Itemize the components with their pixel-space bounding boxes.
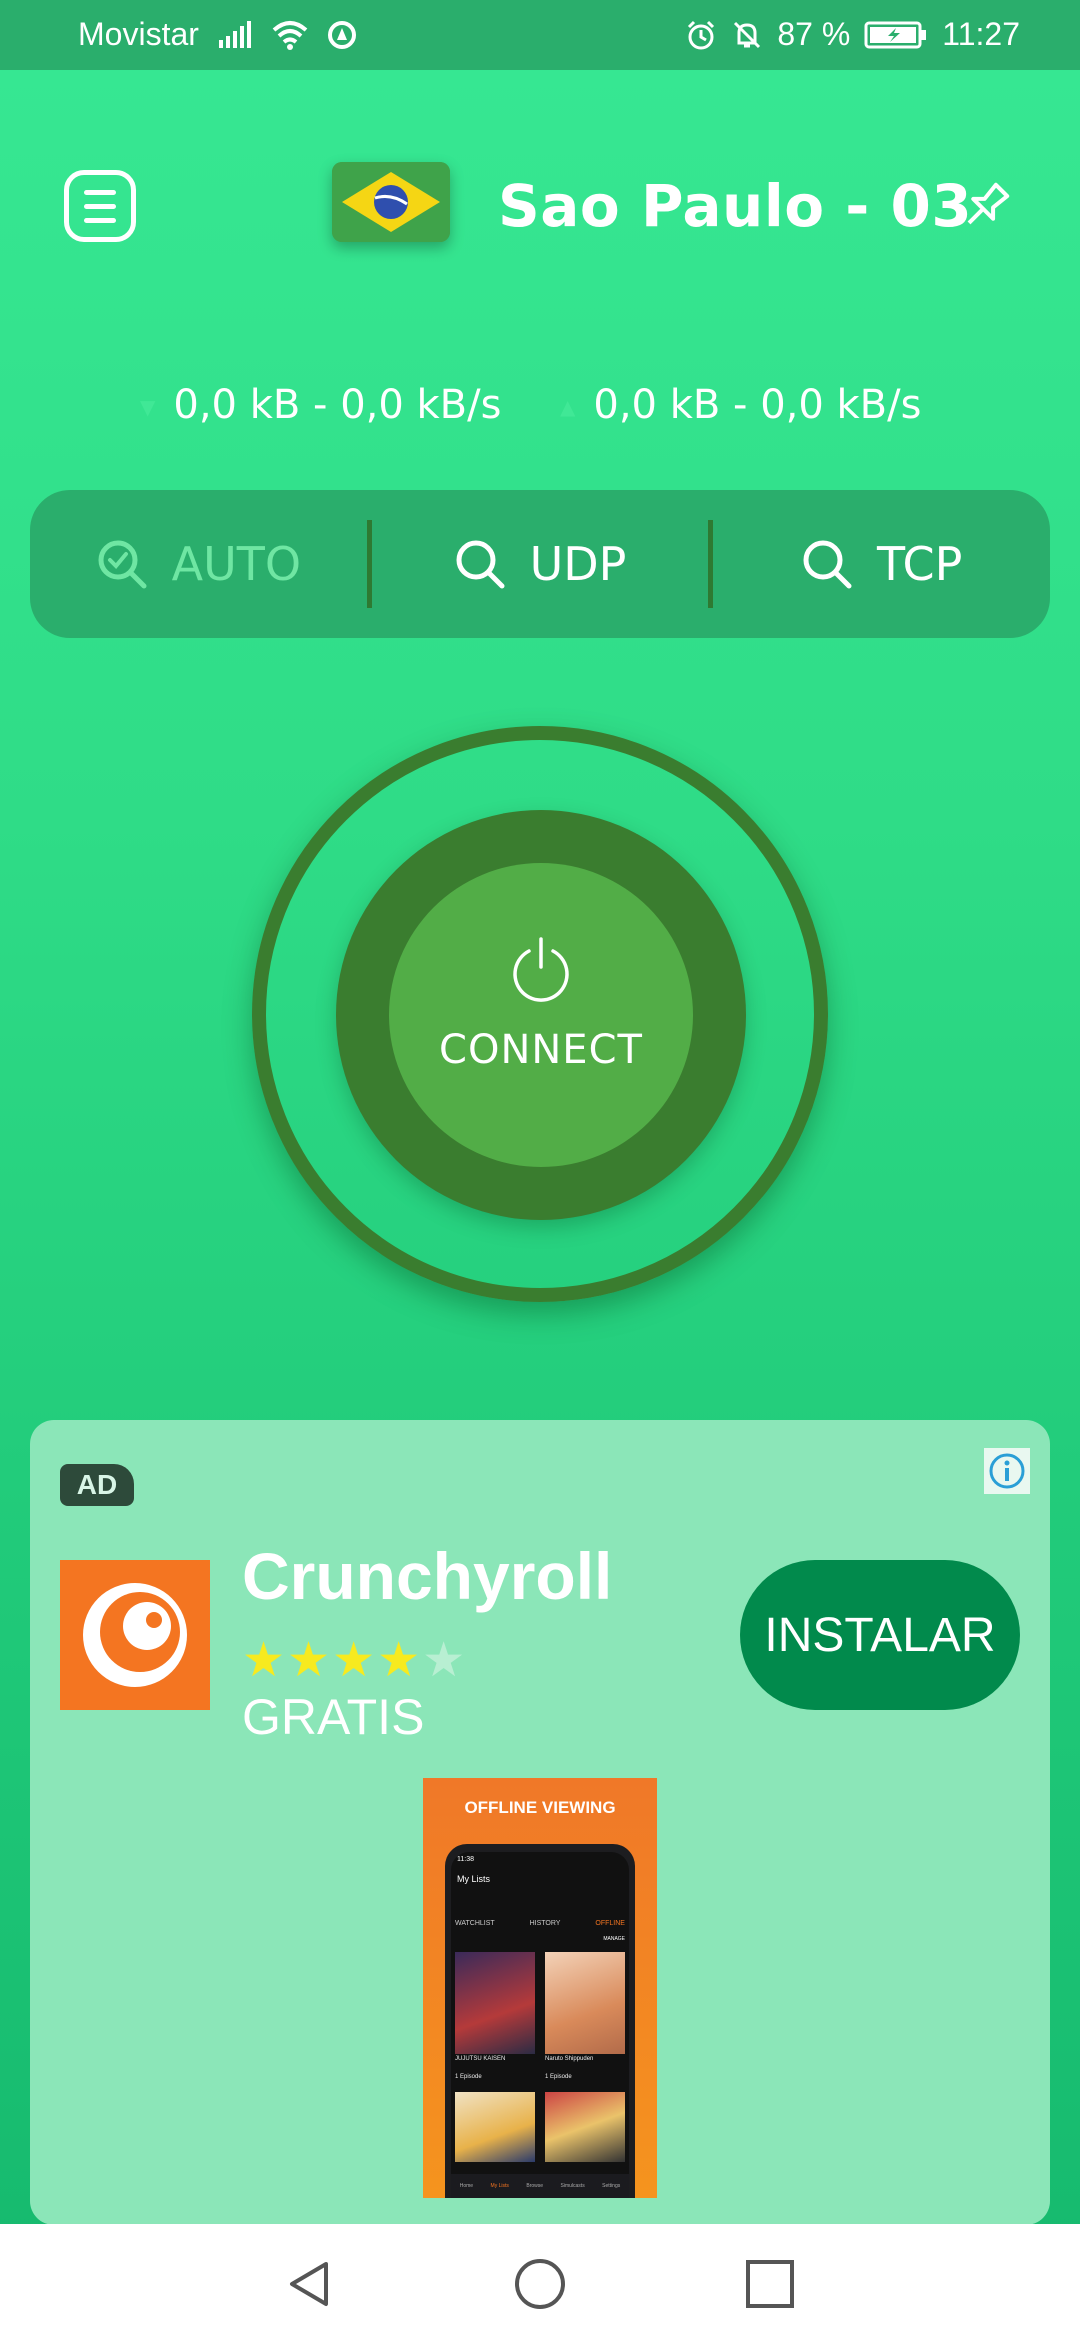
ad-screenshot[interactable]: OFFLINE VIEWING 11:38 My Lists WATCHLIST…	[423, 1778, 657, 2198]
search-icon	[803, 540, 852, 589]
connect-label: CONNECT	[439, 1027, 643, 1073]
phone-tab: HISTORY	[529, 1920, 561, 1927]
download-value: 0,0 kB - 0,0 kB/s	[173, 382, 502, 428]
ad-info-icon[interactable]	[984, 1448, 1030, 1494]
upload-arrow-icon: ▲	[560, 395, 576, 419]
crunchyroll-logo-icon[interactable]	[60, 1560, 210, 1710]
menu-button[interactable]	[64, 170, 136, 242]
home-icon[interactable]	[512, 2256, 568, 2312]
star-icon: ★	[242, 1632, 288, 1688]
protocol-tcp-label: TCP	[877, 537, 963, 591]
protocol-tcp[interactable]: TCP	[713, 490, 1050, 638]
poster-count: 1 Episode	[455, 2074, 482, 2080]
brazil-flag-icon[interactable]	[332, 162, 450, 242]
protocol-udp-label: UDP	[529, 537, 627, 591]
phone-manage: MANAGE	[603, 1936, 625, 1942]
poster-count: 1 Episode	[545, 2074, 572, 2080]
phone-nav-item: Browse	[526, 2183, 544, 2189]
wifi-icon	[272, 20, 308, 50]
ad-card[interactable]: AD Crunchyroll ★★★★★ GRATIS INSTALAR OFF…	[30, 1420, 1050, 2225]
battery-icon	[864, 21, 927, 48]
star-icon: ★	[287, 1632, 333, 1688]
poster-onepiece	[545, 2092, 625, 2162]
star-empty-icon: ★	[422, 1632, 468, 1688]
phone-nav: Home My Lists Browse Simulcasts Settings	[451, 2174, 629, 2198]
menu-line	[84, 217, 116, 223]
data-saver-icon	[327, 20, 356, 49]
poster-title: Naruto Shippuden	[545, 2056, 594, 2062]
ad-price: GRATIS	[242, 1689, 425, 1745]
ad-screenshot-title: OFFLINE VIEWING	[464, 1798, 616, 1817]
carrier-label: Movistar	[78, 16, 199, 52]
phone-mockup: 11:38 My Lists WATCHLIST HISTORY OFFLINE…	[445, 1844, 635, 2198]
menu-line	[84, 189, 116, 195]
phone-nav-item: Simulcasts	[560, 2183, 585, 2189]
phone-tab: OFFLINE	[595, 1920, 625, 1927]
download-traffic: ▼ 0,0 kB - 0,0 kB/s	[140, 382, 501, 428]
ad-badge: AD	[60, 1464, 134, 1506]
notifications-off-icon	[734, 21, 761, 48]
connect-button[interactable]: CONNECT	[389, 863, 693, 1167]
pin-icon[interactable]	[958, 178, 1014, 234]
alarm-icon	[688, 20, 715, 49]
ad-app-name[interactable]: Crunchyroll	[242, 1538, 612, 1614]
download-arrow-icon: ▼	[140, 395, 156, 419]
signal-icon	[218, 20, 251, 48]
phone-tab: WATCHLIST	[455, 1920, 495, 1927]
power-icon	[513, 937, 569, 1002]
poster-haikyu	[455, 2092, 535, 2162]
phone-nav-item: Settings	[602, 2183, 621, 2189]
upload-value: 0,0 kB - 0,0 kB/s	[593, 382, 922, 428]
rating-stars: ★★★★★	[242, 1632, 467, 1688]
phone-nav-item: Home	[459, 2183, 474, 2189]
search-icon	[456, 540, 505, 589]
upload-traffic: ▲ 0,0 kB - 0,0 kB/s	[560, 382, 921, 428]
server-name[interactable]: Sao Paulo - 03	[498, 172, 972, 240]
search-check-icon	[98, 540, 147, 589]
protocol-auto[interactable]: AUTO	[30, 490, 367, 638]
phone-tabs: WATCHLIST HISTORY OFFLINE	[455, 1920, 625, 1927]
phone-nav-item: My Lists	[490, 2183, 509, 2189]
battery-percent: 87 %	[777, 16, 851, 52]
protocol-udp[interactable]: UDP	[372, 490, 709, 638]
protocol-selector: AUTO UDP TCP	[30, 490, 1050, 638]
menu-line	[84, 203, 116, 209]
poster-title: JUJUTSU KAISEN	[455, 2056, 506, 2062]
recents-icon[interactable]	[742, 2256, 798, 2312]
brazil-flag-graphic	[332, 162, 450, 242]
star-icon: ★	[332, 1632, 378, 1688]
star-icon: ★	[377, 1632, 423, 1688]
back-icon[interactable]	[282, 2256, 338, 2312]
phone-heading: My Lists	[457, 1874, 491, 1884]
install-button[interactable]: INSTALAR	[740, 1560, 1020, 1710]
status-bar: Movistar 87 % 11:27	[0, 0, 1080, 70]
poster-jujutsu	[455, 1952, 535, 2054]
protocol-auto-label: AUTO	[171, 537, 302, 591]
system-nav-bar	[0, 2224, 1080, 2340]
poster-naruto	[545, 1952, 625, 2054]
clock: 11:27	[942, 16, 1020, 52]
phone-time: 11:38	[457, 1856, 474, 1863]
